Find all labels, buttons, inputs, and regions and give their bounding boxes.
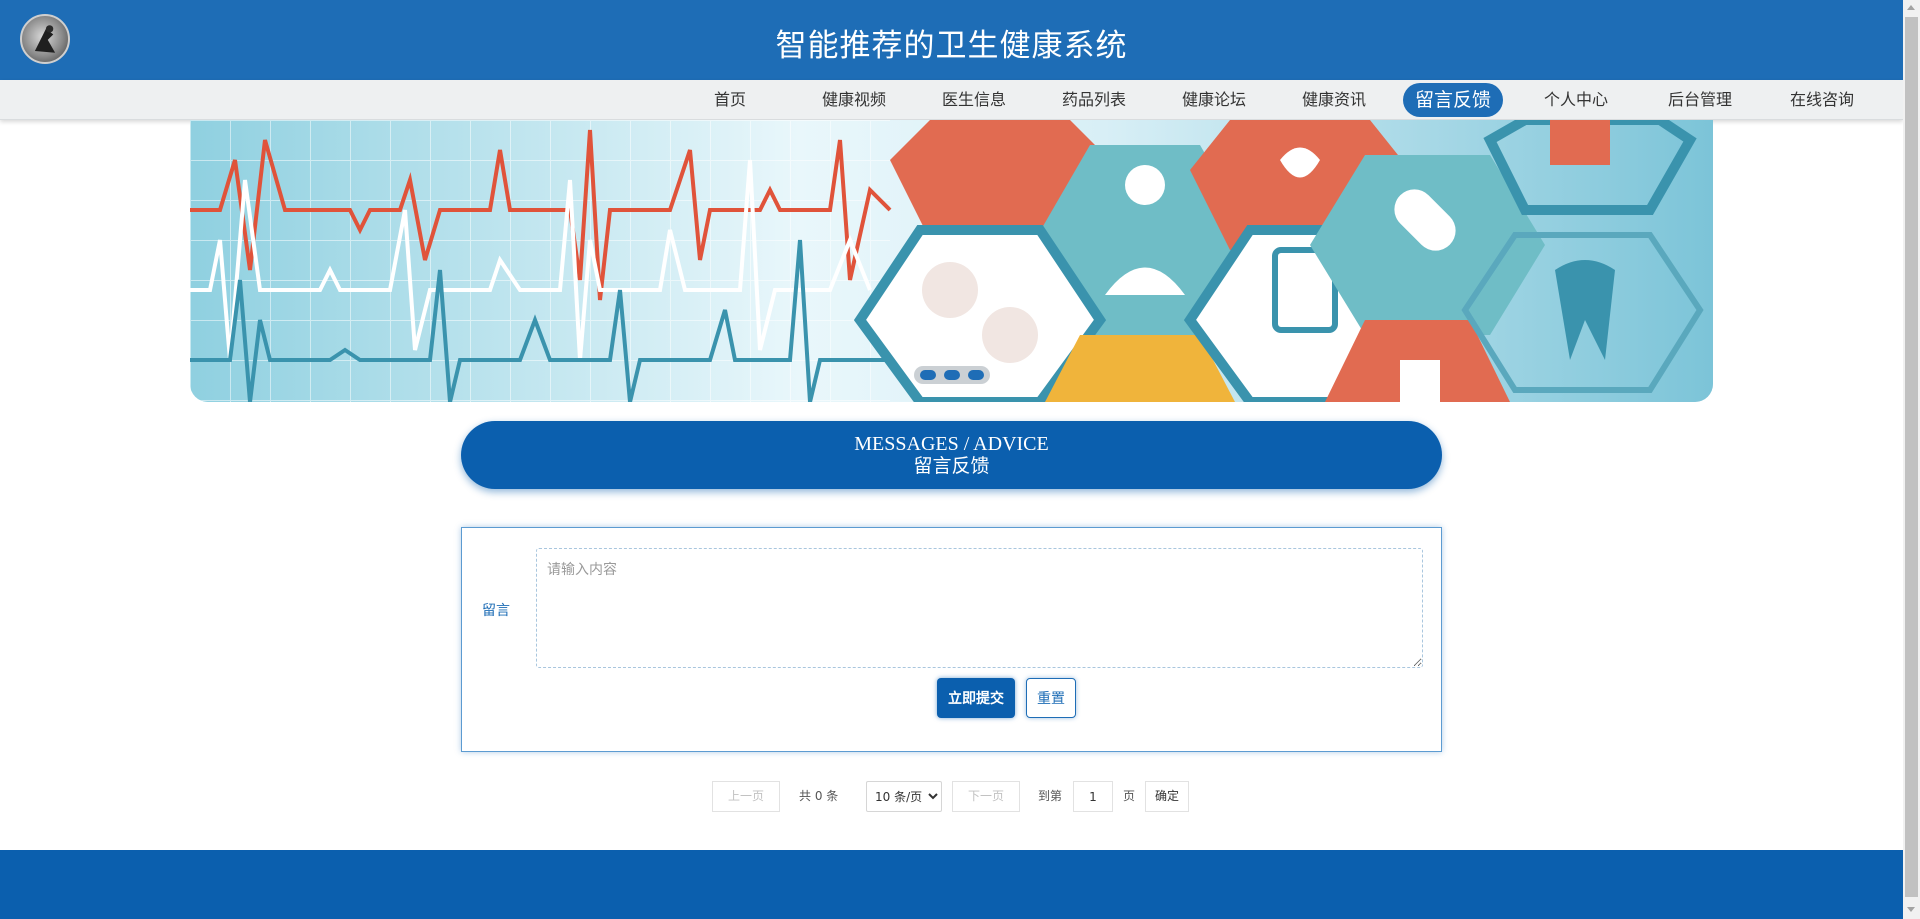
goto-label: 到第: [1038, 789, 1063, 803]
message-textarea[interactable]: [536, 548, 1423, 668]
total-count: 共 0 条: [799, 789, 839, 803]
nav-item-feedback[interactable]: 留言反馈: [1403, 83, 1503, 117]
section-title-en: MESSAGES / ADVICE: [854, 433, 1049, 455]
next-page-button[interactable]: 下一页: [952, 781, 1020, 812]
prev-page-button[interactable]: 上一页: [712, 781, 780, 812]
nav-item-online-consult[interactable]: 在线咨询: [1780, 80, 1864, 120]
vertical-scrollbar[interactable]: [1903, 0, 1920, 919]
section-title-cn: 留言反馈: [913, 456, 990, 477]
nav-item-health-news[interactable]: 健康资讯: [1292, 80, 1376, 120]
page-size-select[interactable]: 10 条/页: [866, 781, 942, 812]
nav-item-drug-list[interactable]: 药品列表: [1052, 80, 1136, 120]
scroll-up-icon[interactable]: [1907, 5, 1915, 10]
carousel-indicators: [914, 366, 990, 384]
section-title: MESSAGES / ADVICE 留言反馈: [461, 421, 1442, 489]
main-nav: 首页 健康视频 医生信息 药品列表 健康论坛 健康资讯 留言反馈 个人中心 后台…: [0, 80, 1903, 120]
scroll-down-icon[interactable]: [1907, 907, 1915, 912]
carousel-dot-1[interactable]: [920, 370, 936, 380]
message-label: 留言: [482, 603, 510, 619]
page-unit-label: 页: [1123, 789, 1136, 803]
carousel-dot-2[interactable]: [944, 370, 960, 380]
site-title: 智能推荐的卫生健康系统: [775, 28, 1128, 64]
goto-confirm-button[interactable]: 确定: [1145, 781, 1189, 812]
footer: [0, 850, 1903, 919]
page-number-input[interactable]: [1073, 781, 1113, 812]
submit-button[interactable]: 立即提交: [937, 678, 1015, 718]
nav-item-health-forum[interactable]: 健康论坛: [1172, 80, 1256, 120]
banner-carousel[interactable]: [190, 120, 1713, 402]
banner-image: [190, 120, 1713, 402]
nav-item-health-video[interactable]: 健康视频: [812, 80, 896, 120]
nav-item-personal-center[interactable]: 个人中心: [1534, 80, 1618, 120]
nav-item-admin[interactable]: 后台管理: [1658, 80, 1742, 120]
reset-button[interactable]: 重置: [1026, 678, 1076, 718]
scroll-thumb[interactable]: [1905, 17, 1918, 897]
nav-item-home[interactable]: 首页: [700, 80, 760, 120]
top-header: 智能推荐的卫生健康系统: [0, 0, 1903, 80]
feedback-form: 留言 立即提交 重置: [461, 527, 1442, 752]
carousel-dot-3[interactable]: [968, 370, 984, 380]
nav-item-doctor-info[interactable]: 医生信息: [932, 80, 1016, 120]
